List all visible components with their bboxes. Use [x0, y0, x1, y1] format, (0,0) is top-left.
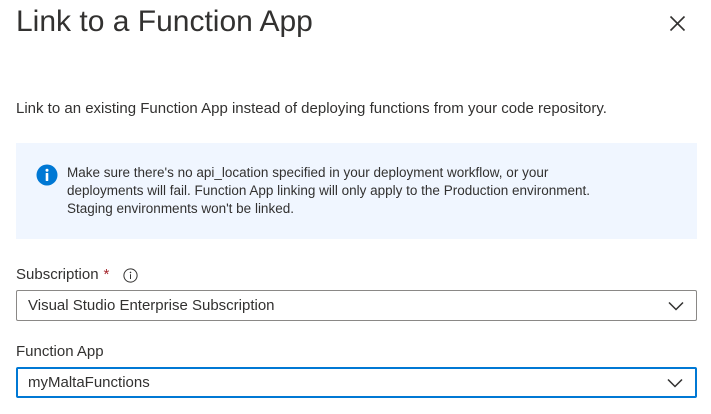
- info-line-3: Staging environments won't be linked.: [67, 201, 294, 216]
- info-message-text: Make sure there's no api_location specif…: [67, 164, 687, 218]
- subscription-dropdown-value: Visual Studio Enterprise Subscription: [28, 296, 275, 314]
- chevron-down-icon: [667, 378, 683, 388]
- chevron-down-icon: [668, 301, 684, 311]
- close-button[interactable]: [664, 10, 690, 36]
- subscription-dropdown[interactable]: Visual Studio Enterprise Subscription: [16, 290, 697, 321]
- info-line-1: Make sure there's no api_location specif…: [67, 165, 549, 180]
- function-app-dropdown[interactable]: myMaltaFunctions: [16, 367, 697, 398]
- info-circle-icon[interactable]: [123, 267, 138, 283]
- required-marker: *: [103, 266, 110, 283]
- function-app-label: Function App: [16, 342, 104, 362]
- info-icon: [36, 164, 58, 186]
- function-app-dropdown-value: myMaltaFunctions: [28, 373, 150, 391]
- info-line-2: deployments will fail. Function App link…: [67, 183, 591, 198]
- info-message-bar: Make sure there's no api_location specif…: [16, 143, 697, 239]
- link-function-app-panel: Link to a Function App Link to an existi…: [0, 0, 711, 414]
- panel-description: Link to an existing Function App instead…: [16, 100, 607, 117]
- panel-title: Link to a Function App: [16, 5, 313, 38]
- subscription-label-text: Subscription: [16, 266, 99, 283]
- function-app-label-text: Function App: [16, 343, 104, 360]
- close-icon: [669, 15, 685, 31]
- subscription-label: Subscription *: [16, 265, 138, 285]
